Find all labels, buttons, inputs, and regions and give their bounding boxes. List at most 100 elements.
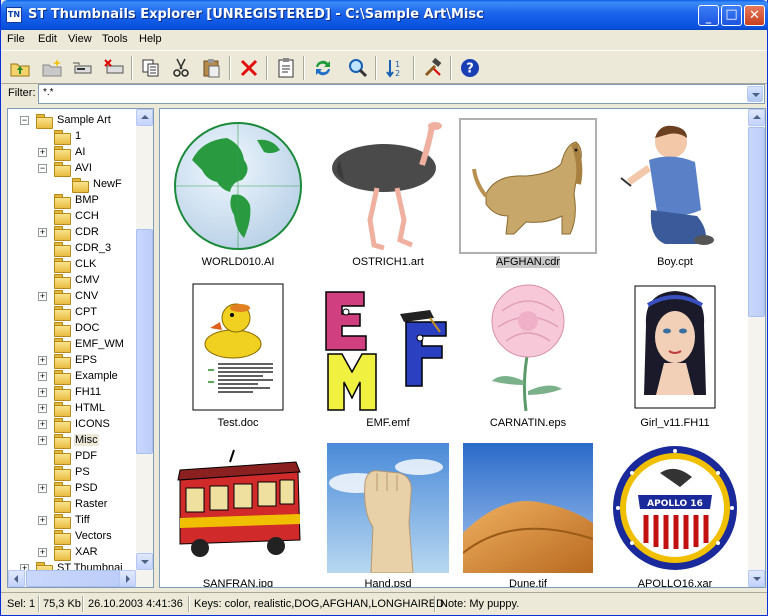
thumb-scroll-thumb[interactable]	[748, 127, 765, 317]
tree-expander[interactable]: +	[38, 292, 47, 301]
status-date: 26.10.2003 4:41:36	[88, 598, 183, 610]
help-icon[interactable]: ?	[457, 55, 483, 81]
thumbnail-item[interactable]: Girl_v11.FH11	[601, 274, 751, 434]
tree-item[interactable]: CLK	[54, 256, 97, 273]
tree-item[interactable]: PSD	[54, 480, 99, 497]
menu-help[interactable]: Help	[139, 33, 162, 45]
folder-up-icon[interactable]	[7, 55, 33, 81]
tree-expander[interactable]: +	[38, 436, 47, 445]
tree-item[interactable]: EMF_WM	[54, 336, 125, 353]
tree-item[interactable]: Misc	[54, 432, 99, 449]
tree-item[interactable]: CCH	[54, 208, 100, 225]
tree-item[interactable]: BMP	[54, 192, 100, 209]
tree-item[interactable]: CPT	[54, 304, 98, 321]
tree-item[interactable]: Tiff	[54, 512, 91, 529]
refresh-icon[interactable]	[310, 55, 336, 81]
menu-file[interactable]: File	[7, 33, 25, 45]
tree-item[interactable]: 1	[54, 128, 82, 145]
filter-dropdown-button[interactable]	[747, 86, 763, 102]
paste-icon[interactable]	[199, 55, 225, 81]
thumb-scroll-down-button[interactable]	[748, 570, 765, 587]
tree-hscroll-thumb[interactable]	[26, 570, 122, 587]
tree-item[interactable]: Vectors	[54, 528, 113, 545]
disconnect-drive-icon[interactable]	[101, 55, 127, 81]
tree-expander[interactable]: +	[38, 420, 47, 429]
cut-icon[interactable]	[168, 55, 194, 81]
new-folder-icon[interactable]	[39, 55, 65, 81]
tree-expander[interactable]: −	[38, 164, 47, 173]
tree-item[interactable]: DOC	[54, 320, 100, 337]
tree-scroll-down-button[interactable]	[136, 553, 153, 570]
tree-item[interactable]: CDR	[54, 224, 100, 241]
tree-item[interactable]: Sample Art	[36, 112, 112, 129]
tree-expander[interactable]: +	[38, 228, 47, 237]
thumb-scroll-up-button[interactable]	[748, 109, 765, 126]
app-icon[interactable]: TN	[6, 7, 22, 23]
tree-item[interactable]: AVI	[54, 160, 93, 177]
tools-icon[interactable]	[420, 55, 446, 81]
tree-scroll-up-button[interactable]	[136, 109, 153, 126]
menu-edit[interactable]: Edit	[38, 33, 57, 45]
tree-item[interactable]: XAR	[54, 544, 99, 561]
close-button[interactable]: ✕	[744, 5, 765, 26]
tree-expander[interactable]: +	[38, 388, 47, 397]
thumbnail-vertical-scrollbar[interactable]	[748, 109, 765, 587]
thumbnail-label: AFGHAN.cdr	[495, 256, 561, 268]
thumbnail-item[interactable]: CARNATIN.eps	[454, 274, 604, 434]
search-icon[interactable]	[345, 55, 371, 81]
thumbnail-item[interactable]: Dune.tif	[454, 435, 604, 587]
tree-expander[interactable]: +	[38, 404, 47, 413]
tree-expander[interactable]: +	[38, 548, 47, 557]
thumbnail-item[interactable]: WORLD010.AI	[164, 113, 314, 273]
tree-item[interactable]: Example	[54, 368, 119, 385]
tree-item[interactable]: PDF	[54, 448, 98, 465]
tree-item[interactable]: ICONS	[54, 416, 111, 433]
title-bar[interactable]: TN ST Thumbnails Explorer [UNREGISTERED]…	[1, 0, 768, 30]
tree-item[interactable]: FH11	[54, 384, 102, 401]
minimize-button[interactable]: _	[698, 5, 719, 26]
folder-icon	[54, 321, 71, 337]
tree-item[interactable]: NewF	[72, 176, 123, 193]
properties-icon[interactable]	[273, 55, 299, 81]
thumbnail-item[interactable]: Test.doc	[164, 274, 314, 434]
tree-item[interactable]: PS	[54, 464, 91, 481]
tree-expander[interactable]: +	[38, 516, 47, 525]
tree-item[interactable]: EPS	[54, 352, 98, 369]
tree-expander[interactable]: +	[38, 484, 47, 493]
tree-scroll-left-button[interactable]	[8, 570, 25, 587]
folder-icon	[54, 465, 71, 481]
thumbnail-item[interactable]: AFGHAN.cdr	[454, 113, 604, 273]
tree-horizontal-scrollbar[interactable]	[8, 570, 153, 587]
tree-expander[interactable]: +	[38, 356, 47, 365]
filter-input[interactable]: *.*	[38, 84, 765, 104]
thumbnail-item[interactable]: APOLLO 16 APOLLO16.xar	[601, 435, 751, 587]
tree-item[interactable]: Raster	[54, 496, 108, 513]
tree-scroll-right-button[interactable]	[119, 570, 136, 587]
tree-expander[interactable]: +	[38, 372, 47, 381]
thumbnail-item[interactable]: EMF.emf	[314, 274, 464, 434]
tree-expander[interactable]: +	[38, 148, 47, 157]
menu-view[interactable]: View	[68, 33, 92, 45]
thumbnail-item[interactable]: Hand.psd	[314, 435, 464, 587]
thumbnail-view[interactable]: WORLD010.AI OSTRICH1.art AFGHAN.cdr Boy.…	[159, 108, 766, 588]
tree-vertical-scrollbar[interactable]	[136, 109, 153, 570]
tree-item[interactable]: CNV	[54, 288, 99, 305]
tree-item[interactable]: CDR_3	[54, 240, 112, 257]
tree-item[interactable]: HTML	[54, 400, 106, 417]
delete-icon[interactable]	[236, 55, 262, 81]
copy-icon[interactable]	[138, 55, 164, 81]
folder-icon	[54, 273, 71, 289]
folder-tree[interactable]: − Sample Art 1 + AI − AVI NewF BMP CCH + CDR CDR_3 CL…	[7, 108, 154, 588]
thumbnail-item[interactable]: SANFRAN.jpg	[164, 435, 314, 588]
thumbnail-item[interactable]: Boy.cpt	[601, 113, 751, 273]
tree-expander[interactable]: −	[20, 116, 29, 125]
sort-icon[interactable]: 12	[383, 55, 409, 81]
thumbnail-label: SANFRAN.jpg	[202, 578, 274, 588]
maximize-button[interactable]: □	[721, 5, 742, 26]
tree-scroll-thumb[interactable]	[136, 229, 153, 454]
thumbnail-item[interactable]: OSTRICH1.art	[314, 113, 464, 273]
map-drive-icon[interactable]	[69, 55, 95, 81]
tree-item[interactable]: CMV	[54, 272, 100, 289]
menu-tools[interactable]: Tools	[102, 33, 128, 45]
tree-item[interactable]: AI	[54, 144, 86, 161]
